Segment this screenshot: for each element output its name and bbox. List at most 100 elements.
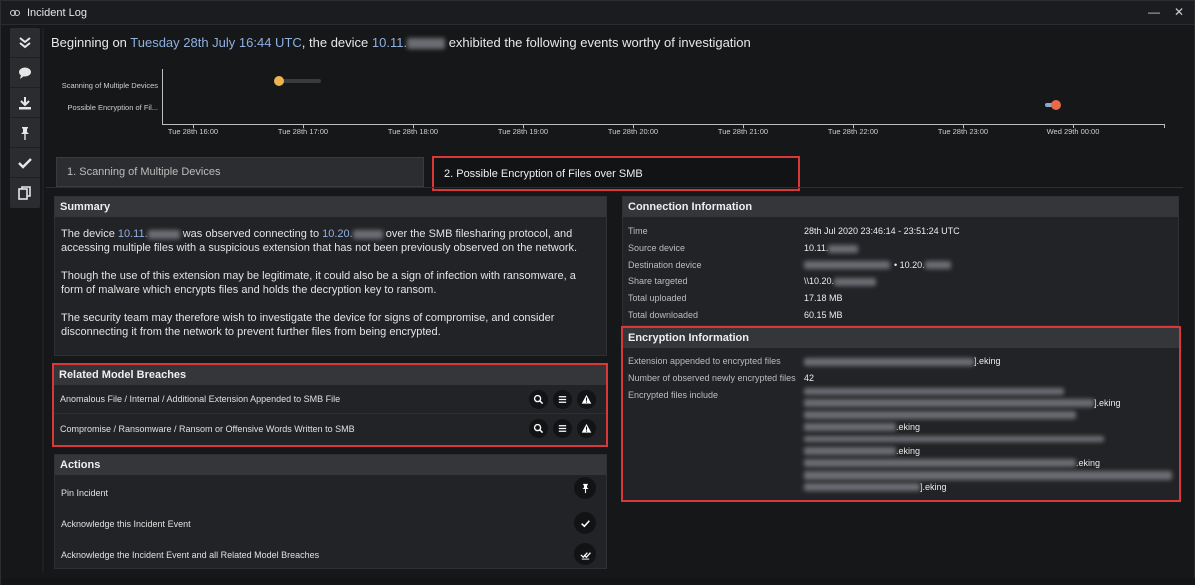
field-value[interactable]: 10.11. <box>804 243 859 253</box>
heading-device[interactable]: 10.11. <box>372 35 407 50</box>
redacted-text <box>924 261 951 270</box>
field-label: Total uploaded <box>628 293 687 304</box>
timeline-row-label: Possible Encryption of Fil... <box>67 103 158 112</box>
sidebar-acknowledge-button[interactable] <box>10 148 40 178</box>
redacted-text <box>834 278 877 287</box>
sidebar-copy-button[interactable] <box>10 178 40 208</box>
timeline-event-dot[interactable] <box>1051 100 1061 110</box>
summary-device-link[interactable]: 10.11. <box>118 228 148 240</box>
encrypted-file-line: ].eking <box>804 481 1179 493</box>
warning-button[interactable] <box>577 390 596 409</box>
pin-icon <box>581 483 589 493</box>
summary-device-link[interactable]: 10.20. <box>322 228 353 240</box>
search-icon <box>533 394 544 405</box>
redacted-text <box>804 470 1172 480</box>
field-label: Source device <box>628 243 686 254</box>
list-button[interactable] <box>553 419 572 438</box>
collapse-icon <box>19 36 31 48</box>
heading-prefix: Beginning on <box>51 35 131 50</box>
sidebar-comment-button[interactable] <box>10 58 40 88</box>
timeline-row-label: Scanning of Multiple Devices <box>61 81 158 90</box>
field-value[interactable]: • 10.20. <box>804 260 951 270</box>
model-breach-label: Anomalous File / Internal / Additional E… <box>60 394 341 404</box>
sidebar-collapse-button[interactable] <box>10 28 40 58</box>
warning-button[interactable] <box>577 419 596 438</box>
redacted-text <box>804 447 896 455</box>
summary-title: Summary <box>55 197 606 217</box>
tab-possible-encryption-of-files[interactable]: 2. Possible Encryption of Files over SMB <box>432 156 800 191</box>
copy-icon <box>18 186 31 200</box>
heading-suffix: exhibited the following events worthy of… <box>445 35 751 50</box>
redacted-text <box>147 229 180 239</box>
encrypted-files-list: ].eking .eking .eking .eking ].eking <box>804 385 1179 493</box>
redacted-text <box>804 261 890 270</box>
redacted-text <box>352 229 383 239</box>
timeline-event-dot[interactable] <box>274 76 284 86</box>
summary-paragraph: Though the use of this extension may be … <box>61 270 576 296</box>
list-button[interactable] <box>553 390 572 409</box>
model-breach-label: Compromise / Ransomware / Ransom or Offe… <box>60 423 355 434</box>
heading-date[interactable]: Tuesday 28th July 16:44 UTC <box>130 35 302 50</box>
summary-paragraph: The security team may therefore wish to … <box>61 312 555 338</box>
connection-title: Connection Information <box>623 197 1178 217</box>
field-label: Extension appended to encrypted files <box>628 356 781 367</box>
timeline-tick-label: Tue 28th 17:00 <box>277 127 329 136</box>
encryption-title: Encryption Information <box>623 328 1179 348</box>
action-label: Acknowledge the Incident Event and all R… <box>61 549 320 560</box>
acknowledge-event-button[interactable] <box>574 512 596 534</box>
incident-log-window: Incident Log — ✕ Beginning on Tuesday 28… <box>0 0 1195 585</box>
timeline-y-axis <box>162 69 163 125</box>
connection-share-row: Share targeted \\10.20. <box>623 273 1178 290</box>
action-acknowledge-event[interactable]: Acknowledge this Incident Event <box>55 508 606 539</box>
breaches-title: Related Model Breaches <box>54 365 606 385</box>
action-label: Acknowledge this Incident Event <box>61 518 191 529</box>
search-button[interactable] <box>529 419 548 438</box>
double-check-icon <box>579 551 591 560</box>
warning-icon <box>581 423 592 433</box>
redacted-text <box>828 244 859 253</box>
minimize-button[interactable]: — <box>1148 6 1160 18</box>
field-value: ].eking <box>804 356 1001 366</box>
warning-icon <box>581 394 592 404</box>
sidebar-pin-button[interactable] <box>10 118 40 148</box>
search-button[interactable] <box>529 390 548 409</box>
redacted-text <box>407 38 446 50</box>
redacted-text <box>804 436 1104 442</box>
connection-uploaded-row: Total uploaded 17.18 MB <box>623 290 1178 307</box>
timeline-tick-label: Wed 29th 00:00 <box>1046 127 1100 136</box>
connection-source-row: Source device 10.11. <box>623 240 1178 257</box>
model-breach-row[interactable]: Anomalous File / Internal / Additional E… <box>54 385 606 414</box>
redacted-text <box>804 387 1064 395</box>
tab-scanning-of-multiple-devices[interactable]: 1. Scanning of Multiple Devices <box>56 157 424 187</box>
timeline-tick <box>1164 124 1165 128</box>
redacted-text <box>804 411 1076 419</box>
connection-destination-row: Destination device • 10.20. <box>623 256 1178 273</box>
action-acknowledge-all[interactable]: Acknowledge the Incident Event and all R… <box>55 539 606 570</box>
search-icon <box>533 423 544 434</box>
timeline-event-bar[interactable] <box>279 79 321 83</box>
extension-value: ].eking <box>974 356 1001 367</box>
pin-incident-button[interactable] <box>574 477 596 499</box>
actions-title: Actions <box>55 455 606 475</box>
connection-time-row: Time 28th Jul 2020 23:46:14 - 23:51:24 UT… <box>623 223 1178 240</box>
timeline-tick-label: Tue 28th 23:00 <box>937 127 989 136</box>
file-extension: ].eking <box>920 482 947 492</box>
sidebar-download-button[interactable] <box>10 88 40 118</box>
redacted-text <box>804 423 896 431</box>
encryption-count-row: Number of observed newly encrypted files… <box>623 370 1179 387</box>
encrypted-file-line <box>804 433 1179 445</box>
encryption-information-panel: Encryption Information Extension appende… <box>621 326 1181 502</box>
action-pin-incident[interactable]: Pin Incident <box>55 477 606 508</box>
darktrace-logo-icon <box>9 7 21 19</box>
field-label: Time <box>628 226 648 237</box>
summary-paragraph: The device 10.11. was observed connectin… <box>55 227 606 255</box>
related-model-breaches-panel: Related Model Breaches Anomalous File / … <box>52 363 608 447</box>
field-value: 28th Jul 2020 23:46:14 - 23:51:24 UTC <box>804 226 960 237</box>
acknowledge-all-button[interactable] <box>574 543 596 565</box>
destination-device-value: • 10.20. <box>894 259 925 270</box>
timeline-tick-label: Tue 28th 16:00 <box>167 127 219 136</box>
close-button[interactable]: ✕ <box>1174 6 1184 18</box>
redacted-text <box>804 399 1094 407</box>
model-breach-row[interactable]: Compromise / Ransomware / Ransom or Offe… <box>54 414 606 443</box>
check-icon <box>18 157 32 169</box>
